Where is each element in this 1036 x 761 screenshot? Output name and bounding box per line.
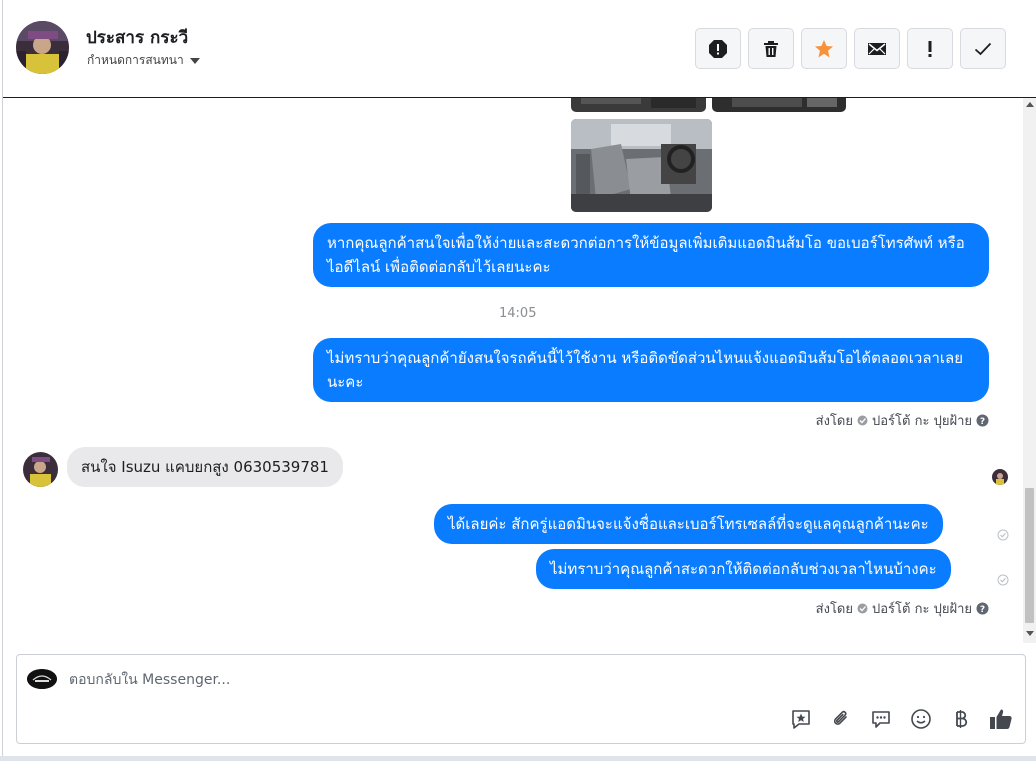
message-timestamp: 14:05	[499, 306, 537, 321]
quick-replies-button[interactable]	[869, 707, 893, 731]
car-photo-thumbnail[interactable]	[712, 98, 846, 112]
window-bottom-edge	[0, 756, 1036, 761]
contact-name[interactable]: ประสาร กระวี	[86, 24, 188, 51]
composer-toolbar	[789, 707, 1013, 731]
help-icon[interactable]: ?	[976, 414, 989, 427]
saved-replies-button[interactable]	[789, 707, 813, 731]
incoming-message[interactable]: สนใจ Isuzu แคบยกสูง 0630539781	[67, 447, 343, 487]
report-icon	[709, 39, 727, 58]
thread-scrollbar[interactable]	[1023, 98, 1036, 643]
reply-composer	[16, 654, 1026, 744]
svg-text:?: ?	[980, 605, 985, 615]
scrollbar-thumb[interactable]	[1025, 488, 1034, 623]
verified-icon	[857, 415, 868, 426]
trash-icon	[764, 40, 778, 57]
message-thread[interactable]: หากคุณลูกค้าสนใจเพื่อให้ง่ายและสะดวกต่อก…	[3, 98, 1023, 643]
sent-by-label: ส่งโดย ปอร์โต้ กะ ปุยฝ้าย ?	[816, 598, 989, 619]
baht-icon	[956, 710, 968, 728]
read-receipt-avatar	[992, 469, 1008, 485]
car-interior-photo[interactable]	[571, 119, 712, 212]
mark-done-button[interactable]	[960, 28, 1006, 69]
outgoing-message[interactable]: ได้เลยค่ะ สักครู่แอดมินจะแจ้งชื่อและเบอร…	[434, 504, 943, 544]
scroll-up-arrow-icon[interactable]	[1026, 102, 1034, 107]
emoji-button[interactable]	[909, 707, 933, 731]
important-icon	[928, 40, 932, 57]
star-icon	[815, 39, 833, 57]
scroll-down-arrow-icon[interactable]	[1026, 631, 1034, 636]
attachment-icon	[833, 710, 847, 725]
emoji-icon	[911, 709, 931, 729]
messenger-conversation-window: ประสาร กระวี กำหนดการสนทนา หากคุณลูกค้าส…	[0, 0, 1036, 761]
car-photo-thumbnail[interactable]	[571, 98, 706, 112]
contact-avatar[interactable]	[16, 21, 69, 74]
sent-by-prefix: ส่งโดย	[815, 602, 853, 617]
like-icon	[990, 709, 1012, 729]
sent-by-name[interactable]: ปอร์โต้ กะ ปุยฝ้าย	[872, 410, 972, 431]
conversation-toolbar	[695, 28, 1006, 69]
svg-text:?: ?	[980, 417, 985, 427]
help-icon[interactable]: ?	[976, 602, 989, 615]
verified-icon	[857, 603, 868, 614]
attach-file-button[interactable]	[829, 707, 853, 731]
sent-by-name[interactable]: ปอร์โต้ กะ ปุยฝ้าย	[872, 598, 972, 619]
delivered-check-icon	[997, 529, 1009, 541]
saved-reply-icon	[792, 710, 810, 729]
outgoing-message[interactable]: หากคุณลูกค้าสนใจเพื่อให้ง่ายและสะดวกต่อก…	[313, 223, 989, 287]
conversation-header: ประสาร กระวี กำหนดการสนทนา	[3, 0, 1036, 98]
mark-unread-button[interactable]	[854, 28, 900, 69]
conversation-settings-label: กำหนดการสนทนา	[87, 53, 184, 67]
page-avatar	[27, 669, 57, 689]
outgoing-message[interactable]: ไม่ทราบว่าคุณลูกค้าสะดวกให้ติดต่อกลับช่ว…	[536, 549, 951, 589]
check-icon	[974, 42, 992, 55]
delete-button[interactable]	[748, 28, 794, 69]
caret-down-icon	[189, 57, 200, 64]
payment-button[interactable]	[949, 707, 973, 731]
send-like-button[interactable]	[989, 707, 1013, 731]
sent-by-label: ส่งโดย ปอร์โต้ กะ ปุยฝ้าย ?	[816, 410, 989, 431]
chat-bubbles-icon	[872, 711, 890, 728]
sent-by-prefix: ส่งโดย	[815, 414, 853, 429]
star-button[interactable]	[801, 28, 847, 69]
report-spam-button[interactable]	[695, 28, 741, 69]
sender-avatar[interactable]	[23, 452, 58, 487]
mail-icon	[868, 42, 886, 55]
follow-up-button[interactable]	[907, 28, 953, 69]
delivered-check-icon	[997, 574, 1009, 586]
outgoing-message[interactable]: ไม่ทราบว่าคุณลูกค้ายังสนใจรถคันนี้ไว้ใช้…	[313, 338, 989, 402]
reply-input[interactable]	[69, 668, 769, 692]
conversation-settings-dropdown[interactable]: กำหนดการสนทนา	[87, 51, 200, 70]
